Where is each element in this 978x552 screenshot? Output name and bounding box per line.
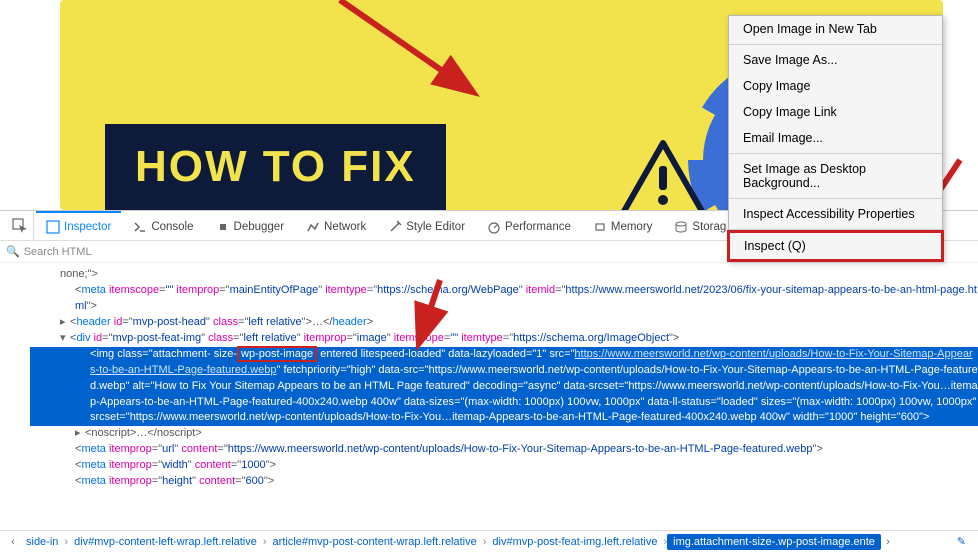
network-icon [306,220,320,234]
dom-tree[interactable]: none;"> <meta itemscope="" itemprop="mai… [0,263,978,530]
highlighted-class: wp-post-image [237,346,317,362]
breadcrumb-next[interactable]: › [881,536,895,548]
ctx-separator [729,44,942,45]
breadcrumb-item[interactable]: div#mvp-post-feat-img.left.relative [486,536,663,548]
memory-icon [593,220,607,234]
ctx-inspect-a11y[interactable]: Inspect Accessibility Properties [729,201,942,227]
code-line-meta-h[interactable]: <meta itemprop="height" content="600"> [30,474,978,490]
context-menu: Open Image in New Tab Save Image As... C… [728,15,943,261]
warning-icon [618,138,708,210]
code-line-header[interactable]: ▸<header id="mvp-post-head" class="left … [30,315,978,331]
ctx-save-as[interactable]: Save Image As... [729,47,942,73]
eyedropper-icon[interactable]: ✎ [951,535,972,548]
breadcrumb-item[interactable]: article#mvp-post-content-wrap.left.relat… [267,536,483,548]
tab-performance[interactable]: Performance [477,211,581,240]
element-picker-button[interactable] [6,211,34,240]
code-line-meta-w[interactable]: <meta itemprop="width" content="1000"> [30,458,978,474]
ctx-set-background[interactable]: Set Image as Desktop Background... [729,156,942,196]
console-icon [133,220,147,234]
ctx-inspect[interactable]: Inspect (Q) [727,230,944,262]
code-line-meta-url[interactable]: <meta itemprop="url" content="https://ww… [30,442,978,458]
hero-title: HOW TO FIX [135,142,416,192]
picker-icon [12,218,28,234]
breadcrumb-item[interactable]: side-in [20,536,64,548]
code-line[interactable]: none;"> [30,267,978,283]
tab-storage[interactable]: Storag [664,211,736,240]
search-placeholder: Search HTML [24,246,92,258]
ctx-separator [729,198,942,199]
ctx-copy-link[interactable]: Copy Image Link [729,99,942,125]
tab-debugger[interactable]: Debugger [206,211,295,240]
code-line-meta[interactable]: <meta itemscope="" itemprop="mainEntityO… [30,283,978,315]
breadcrumb-item[interactable]: div#mvp-content-left-wrap.left.relative [68,536,263,548]
breadcrumb-prev[interactable]: ‹ [6,536,20,548]
breadcrumb-bar: ‹ side-in › div#mvp-content-left-wrap.lef… [0,530,978,552]
code-line-noscript[interactable]: ▸<noscript>…</noscript> [30,426,978,442]
breadcrumb-item-selected[interactable]: img.attachment-size-.wp-post-image.ente [667,534,881,550]
ctx-email-image[interactable]: Email Image... [729,125,942,151]
inspector-icon [46,220,60,234]
hero-title-box: HOW TO FIX [105,124,446,210]
storage-icon [674,220,688,234]
tab-inspector[interactable]: Inspector [36,211,121,240]
search-icon: 🔍 [6,245,20,258]
code-line-img-selected[interactable]: <img class="attachment- size-wp-post-ima… [30,347,978,427]
ctx-copy-image[interactable]: Copy Image [729,73,942,99]
performance-icon [487,220,501,234]
tab-memory[interactable]: Memory [583,211,663,240]
tab-style-editor[interactable]: Style Editor [378,211,475,240]
tab-console[interactable]: Console [123,211,203,240]
tab-network[interactable]: Network [296,211,376,240]
ctx-open-new-tab[interactable]: Open Image in New Tab [729,16,942,42]
debugger-icon [216,220,230,234]
style-icon [388,220,402,234]
code-line-div[interactable]: ▾<div id="mvp-post-feat-img" class="left… [30,331,978,347]
ctx-separator [729,153,942,154]
